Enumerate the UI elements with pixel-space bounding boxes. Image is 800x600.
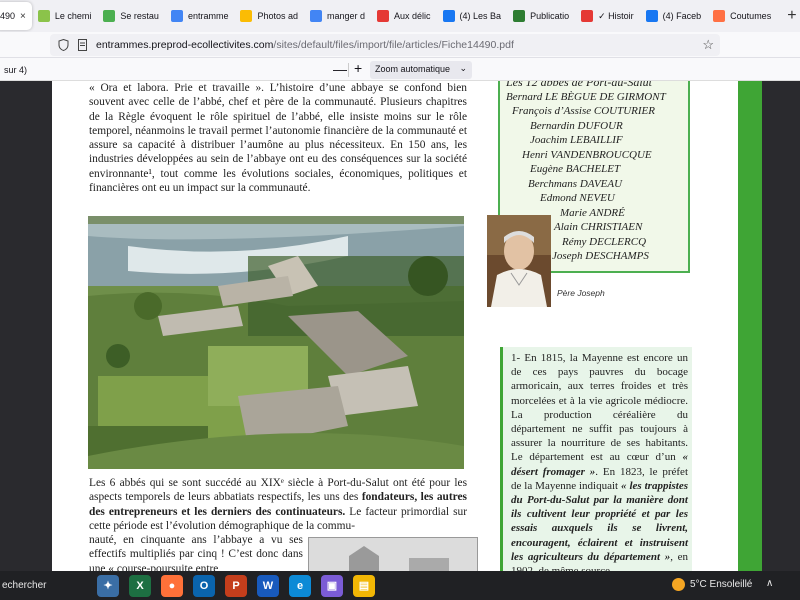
tray-expand-icon[interactable]: ∧ [766,578,773,589]
browser-tab-label: (4) Les Ba [459,11,502,21]
circle-icon [713,10,726,22]
cup-icon [377,10,390,22]
leaf-icon [103,10,116,22]
abbey-aerial-photo [88,216,464,469]
search-highlight-icon[interactable]: ✦ [97,574,119,597]
browser-tab-label: Coutumes [730,11,772,21]
photos-app-icon[interactable]: ▣ [321,574,343,597]
browser-tab[interactable]: manger d [304,2,371,30]
leaf-icon [513,10,526,22]
browser-tab-label: Se restau [120,11,159,21]
footnote-italic-2: « les trappistes du Port-du-Salut par la… [511,479,688,563]
browser-tab-label: entramme [187,11,229,21]
browser-tab-label: Photos ad [257,11,298,21]
browser-tab-label: (4) Faceb [662,11,702,21]
abbot-name: Bernard LE BÈGUE DE GIRMONT [506,90,666,103]
browser-tab[interactable]: ✓ Histoir [575,2,640,30]
zoom-select-value: Zoom automatique [375,64,451,74]
abbots-paragraph: Les 6 abbés qui se sont succédé au XIXᵉ … [89,476,467,533]
bookmark-star-icon[interactable]: ☆ [702,37,714,53]
abbot-name: Berchmans DAVEAU [528,177,623,190]
abbot-name: Eugène BACHELET [530,163,621,175]
footnote-box: 1- En 1815, la Mayenne est encore un de … [500,347,692,571]
powerpoint-icon[interactable]: P [225,574,247,597]
browser-tab[interactable]: Se restau [97,2,165,30]
zoom-select[interactable]: Zoom automatique ⌄ [370,61,472,79]
outlook-icon[interactable]: O [193,574,215,597]
portrait-caption: Père Joseph [557,288,605,298]
zoom-divider [348,63,349,77]
chevron-down-icon: ⌄ [459,63,467,73]
grid-icon [581,10,594,22]
excel-icon[interactable]: X [129,574,151,597]
browser-tab-label: Aux délic [394,11,431,21]
footnote-text-a: 1- En 1815, la Mayenne est encore un de … [511,352,688,464]
url-bar[interactable]: entrammes.preprod-ecollectivites.com/sit… [50,34,720,56]
browser-tab-label: ✓ Histoir [598,10,634,21]
abbot-name: Edmond NEVEU [540,192,615,204]
intro-paragraph: « Ora et labora. Prie et travaille ». L’… [89,82,467,195]
taskbar-search[interactable]: echercher [2,580,92,591]
page-count: sur 4) [4,65,28,75]
abbot-name: Joachim LEBAILLIF [530,134,623,146]
files-icon[interactable]: ▤ [353,574,375,597]
abbot-name: Bernardin DUFOUR [530,119,623,132]
google-icon [170,10,183,22]
edge-icon[interactable]: e [289,574,311,597]
url-path: /sites/default/files/import/file/article… [273,39,514,51]
page-info-icon[interactable] [77,39,88,51]
sun-icon [672,578,685,591]
shield-icon[interactable] [58,39,69,51]
url-domain: entrammes.preprod-ecollectivites.com [96,39,274,51]
pdf-page: « Ora et labora. Prie et travaille ». L’… [52,81,742,571]
browser-tab[interactable]: Photos ad [234,2,304,30]
zoom-in-button[interactable]: + [354,60,362,76]
close-tab-icon[interactable]: × [20,11,26,22]
zoom-out-button[interactable]: — [333,61,347,77]
browser-tab[interactable]: Publicatio [507,2,575,30]
abbot-name: Henri VANDENBROUCQUE [522,148,652,161]
browser-tab[interactable]: Aux délic [371,2,437,30]
word-icon[interactable]: W [257,574,279,597]
small-abbey-image [308,537,478,571]
new-tab-button[interactable]: + [777,7,800,25]
browser-tab[interactable]: (4) Faceb [640,2,708,30]
firefox-icon[interactable]: ● [161,574,183,597]
pdf-toolbar: sur 4) — + Zoom automatique ⌄ [0,59,800,81]
father-joseph-portrait [487,215,551,307]
browser-tab-label: Le chemi [54,11,92,21]
browser-tab-label: manger d [326,11,366,21]
windows-taskbar: echercher ✦ X ● O P We ▣ ▤ 5°C Ensoleillé ∧ [0,571,800,600]
system-tray: ∧ [766,578,773,589]
page-green-margin [738,81,762,571]
demography-paragraph: nauté, en cinquante ans l’abbaye a vu se… [89,534,303,571]
abbots-list-title: Les 12 abbés de Port-du-Salut [506,81,652,89]
abbot-name: François d’Assise COUTURIER [512,105,655,117]
navigation-bar: entrammes.preprod-ecollectivites.com/sit… [0,32,800,58]
browser-tab[interactable]: Le chemi [32,2,98,30]
tab-bar: 490 × Le chemi Se restau entramme Photos ad ma… [0,0,800,32]
weather-text: 5°C Ensoleillé [690,579,753,590]
facebook-icon [442,10,455,22]
browser-tab-label: Publicatio [530,11,570,21]
weather-widget[interactable]: 5°C Ensoleillé [672,578,752,591]
browser-tab-label: 490 [0,11,16,21]
browser-tab[interactable]: Coutumes [707,2,777,30]
browser-tab[interactable]: (4) Les Ba [437,2,508,30]
photos-icon [240,10,253,22]
facebook-icon [645,10,658,22]
browser-tab[interactable]: entramme [165,2,235,30]
pdf-viewer[interactable]: « Ora et labora. Prie et travaille ». L’… [0,81,800,571]
google-icon [309,10,322,22]
leaf-icon [37,10,50,22]
browser-tab[interactable]: 490 × [0,2,32,30]
